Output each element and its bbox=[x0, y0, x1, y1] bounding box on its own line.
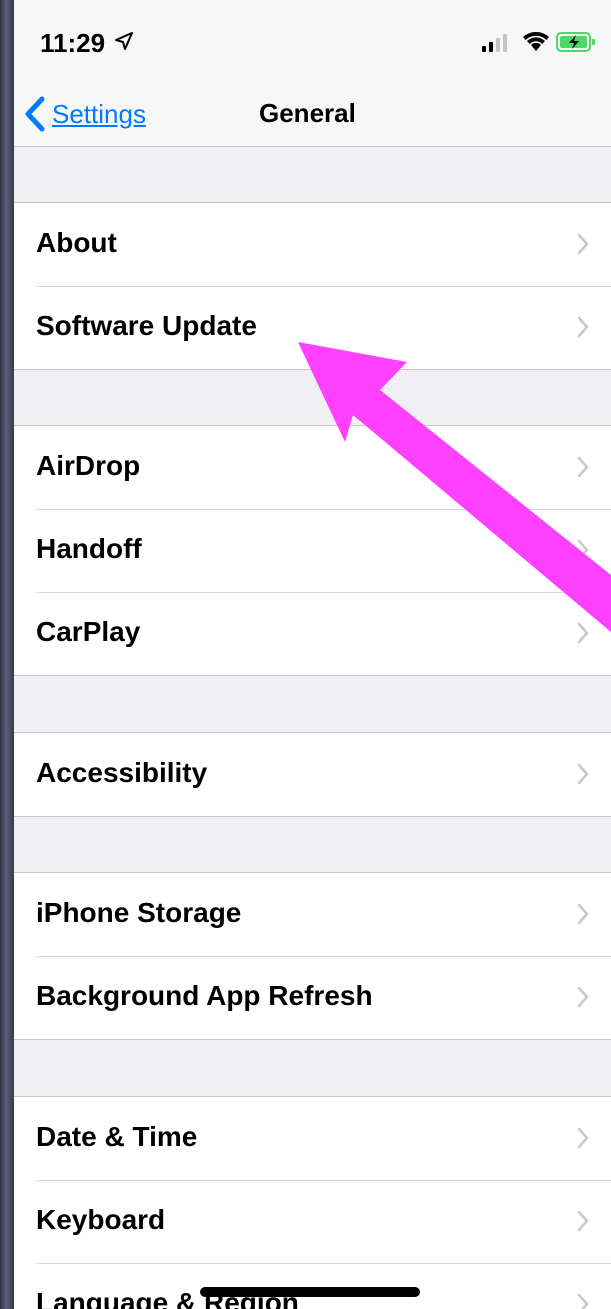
chevron-right-icon bbox=[577, 903, 589, 925]
cellular-signal-icon bbox=[482, 34, 507, 52]
row-label: Handoff bbox=[36, 533, 142, 564]
chevron-right-icon bbox=[577, 233, 589, 255]
settings-group: Date & Time Keyboard Language & Region bbox=[14, 1096, 611, 1309]
row-label: Keyboard bbox=[36, 1204, 166, 1235]
chevron-right-icon bbox=[577, 1127, 589, 1149]
status-time: 11:29 bbox=[40, 28, 106, 58]
row-keyboard[interactable]: Keyboard bbox=[14, 1180, 611, 1263]
row-label: CarPlay bbox=[36, 616, 141, 647]
home-indicator bbox=[200, 1287, 420, 1297]
navigation-bar: Settings General bbox=[14, 82, 611, 147]
row-label: Accessibility bbox=[36, 757, 208, 788]
wifi-icon bbox=[523, 31, 549, 51]
page-title: General bbox=[259, 98, 356, 128]
back-button[interactable]: Settings bbox=[24, 90, 146, 138]
settings-group: Accessibility bbox=[14, 732, 611, 817]
row-background-app-refresh[interactable]: Background App Refresh bbox=[14, 956, 611, 1039]
chevron-right-icon bbox=[577, 1210, 589, 1232]
status-bar: 11:29 bbox=[14, 0, 611, 82]
row-iphone-storage[interactable]: iPhone Storage bbox=[14, 873, 611, 956]
row-airdrop[interactable]: AirDrop bbox=[14, 426, 611, 509]
row-carplay[interactable]: CarPlay bbox=[14, 592, 611, 675]
settings-group: iPhone Storage Background App Refresh bbox=[14, 872, 611, 1040]
row-date-time[interactable]: Date & Time bbox=[14, 1097, 611, 1180]
row-label: Software Update bbox=[36, 310, 257, 341]
battery-charging-icon bbox=[556, 32, 595, 52]
row-software-update[interactable]: Software Update bbox=[14, 286, 611, 369]
chevron-right-icon bbox=[577, 986, 589, 1008]
chevron-right-icon bbox=[577, 1293, 589, 1309]
row-label: AirDrop bbox=[36, 450, 141, 481]
location-arrow-icon bbox=[115, 32, 133, 50]
back-chevron-icon bbox=[25, 96, 45, 132]
back-button-label: Settings bbox=[52, 98, 146, 129]
settings-group: AirDrop Handoff CarPlay bbox=[14, 425, 611, 676]
row-label: Background App Refresh bbox=[36, 980, 373, 1011]
row-label: About bbox=[36, 227, 117, 258]
row-accessibility[interactable]: Accessibility bbox=[14, 733, 611, 816]
chevron-right-icon bbox=[577, 763, 589, 785]
row-handoff[interactable]: Handoff bbox=[14, 509, 611, 592]
chevron-right-icon bbox=[577, 622, 589, 644]
settings-group: About Software Update bbox=[14, 202, 611, 370]
chevron-right-icon bbox=[577, 456, 589, 478]
phone-screen: 11:29 Settings General About Software Up… bbox=[14, 0, 611, 1309]
row-language-region[interactable]: Language & Region bbox=[14, 1263, 611, 1309]
row-about[interactable]: About bbox=[14, 203, 611, 286]
row-label: iPhone Storage bbox=[36, 897, 242, 928]
chevron-right-icon bbox=[577, 539, 589, 561]
chevron-right-icon bbox=[577, 316, 589, 338]
row-label: Date & Time bbox=[36, 1121, 198, 1152]
